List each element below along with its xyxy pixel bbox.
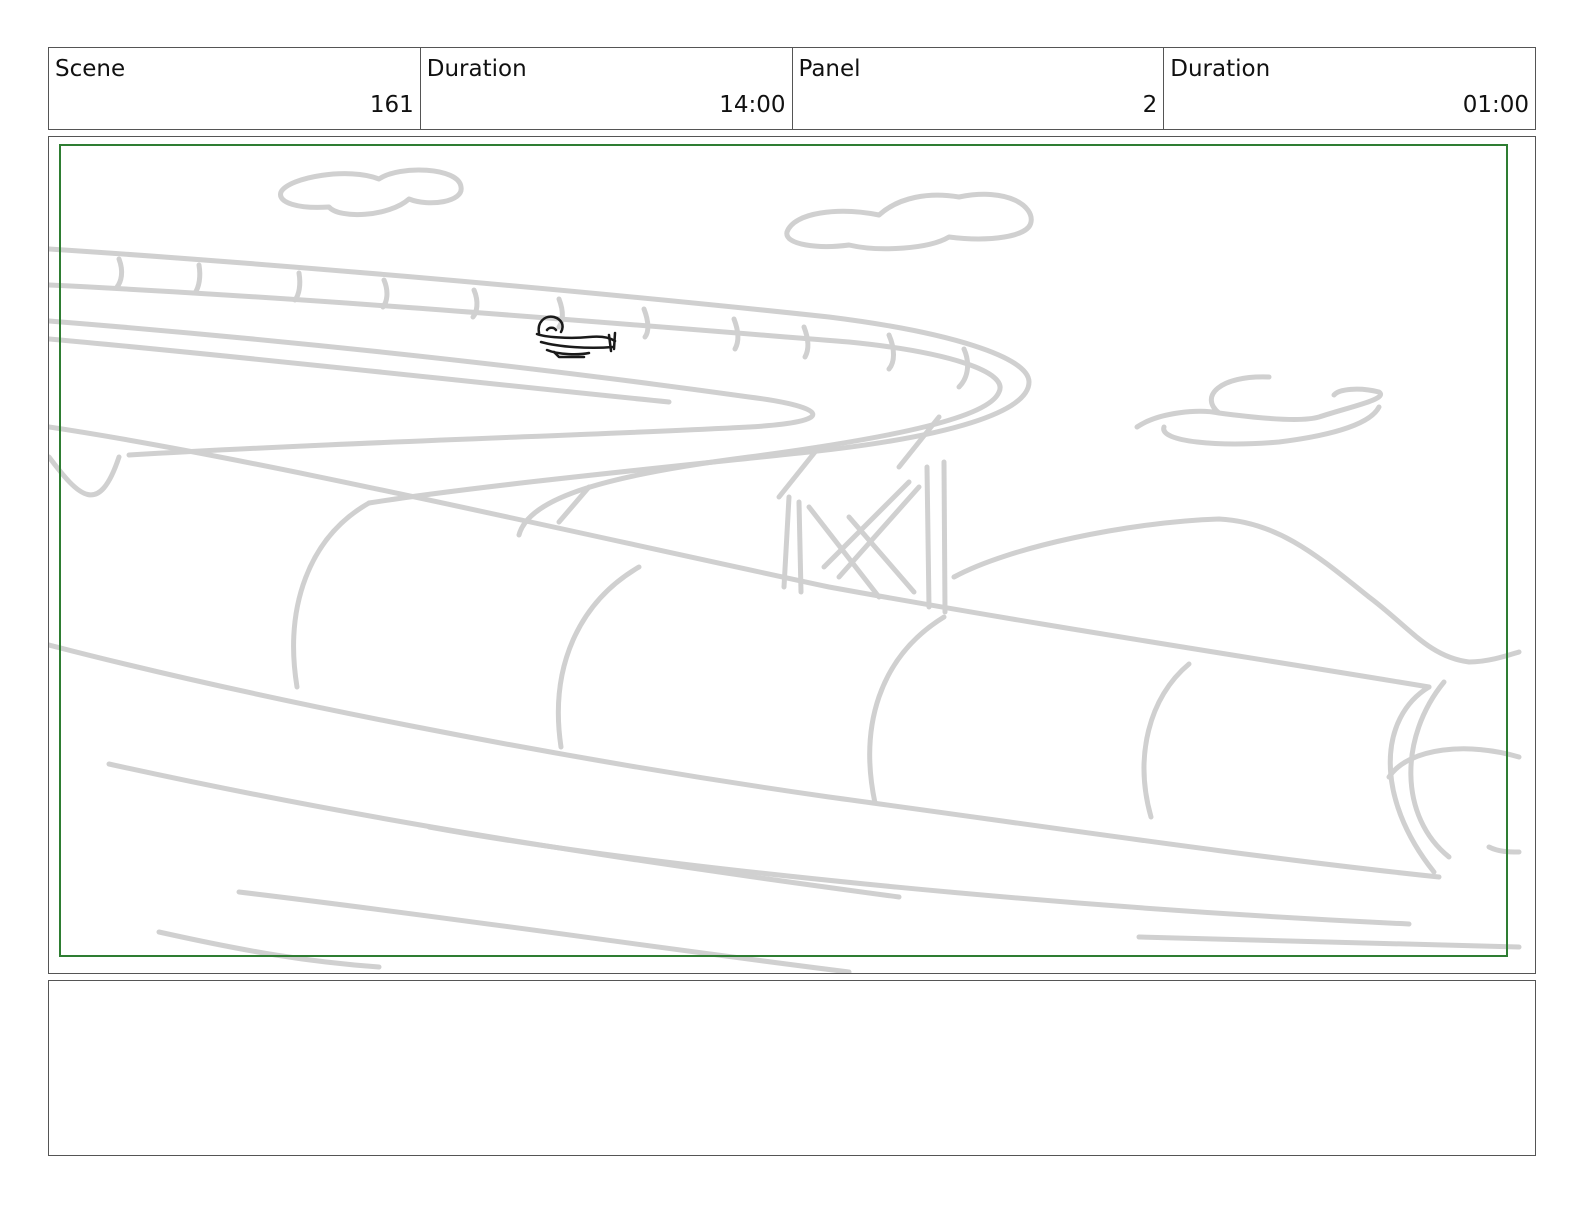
- background-sketch: [49, 167, 1522, 973]
- scene-cell: Scene 161: [49, 48, 421, 129]
- support-brace: [836, 484, 922, 580]
- track-lane-1: [49, 318, 816, 458]
- cloud-right: [1134, 374, 1384, 447]
- support-leg: [941, 459, 948, 615]
- panel-drawing: [49, 144, 1522, 973]
- support-brace: [821, 479, 912, 570]
- panel-cell: Panel 2: [793, 48, 1165, 129]
- panel-duration-cell: Duration 01:00: [1164, 48, 1535, 129]
- rail-post: [641, 306, 651, 340]
- support-leg: [781, 494, 792, 590]
- ground-stroke: [156, 929, 382, 970]
- rail-post: [470, 287, 480, 320]
- scene-number: 161: [369, 92, 414, 118]
- scene-duration-value: 14:00: [719, 92, 786, 118]
- ground-stroke: [1136, 934, 1522, 950]
- scene-duration-cell: Duration 14:00: [421, 48, 793, 129]
- rail-post: [956, 346, 971, 390]
- rail-post: [886, 332, 896, 372]
- ground-stroke: [426, 824, 1412, 927]
- tube-ring: [867, 614, 947, 806]
- scene-duration-label: Duration: [426, 56, 527, 82]
- scene-label: Scene: [55, 56, 126, 82]
- rail-post: [192, 262, 203, 296]
- rail-post: [380, 277, 390, 310]
- storyboard-frame: [48, 136, 1536, 974]
- cloud-left: [278, 167, 464, 218]
- panel-info-header: Scene 161 Duration 14:00 Panel 2 Duratio…: [48, 47, 1536, 130]
- panel-number: 2: [1142, 92, 1158, 118]
- rail-post: [114, 256, 125, 290]
- support-brace: [896, 414, 942, 470]
- hill: [951, 516, 1522, 665]
- panel-label: Panel: [798, 56, 861, 82]
- tube-ring: [1141, 661, 1192, 820]
- tube-ring: [291, 500, 372, 690]
- tube-bottom-edge: [49, 642, 1442, 880]
- rail-post: [801, 324, 811, 360]
- panel-notes-box[interactable]: [48, 980, 1536, 1156]
- tube-top-edge: [49, 424, 1432, 690]
- support-leg: [924, 464, 932, 610]
- ground-stroke: [236, 889, 852, 973]
- cloud-center: [784, 191, 1034, 252]
- tube-ring: [555, 564, 642, 750]
- panel-duration-label: Duration: [1170, 56, 1271, 82]
- rail-post: [292, 270, 303, 303]
- panel-duration-value: 01:00: [1462, 92, 1529, 118]
